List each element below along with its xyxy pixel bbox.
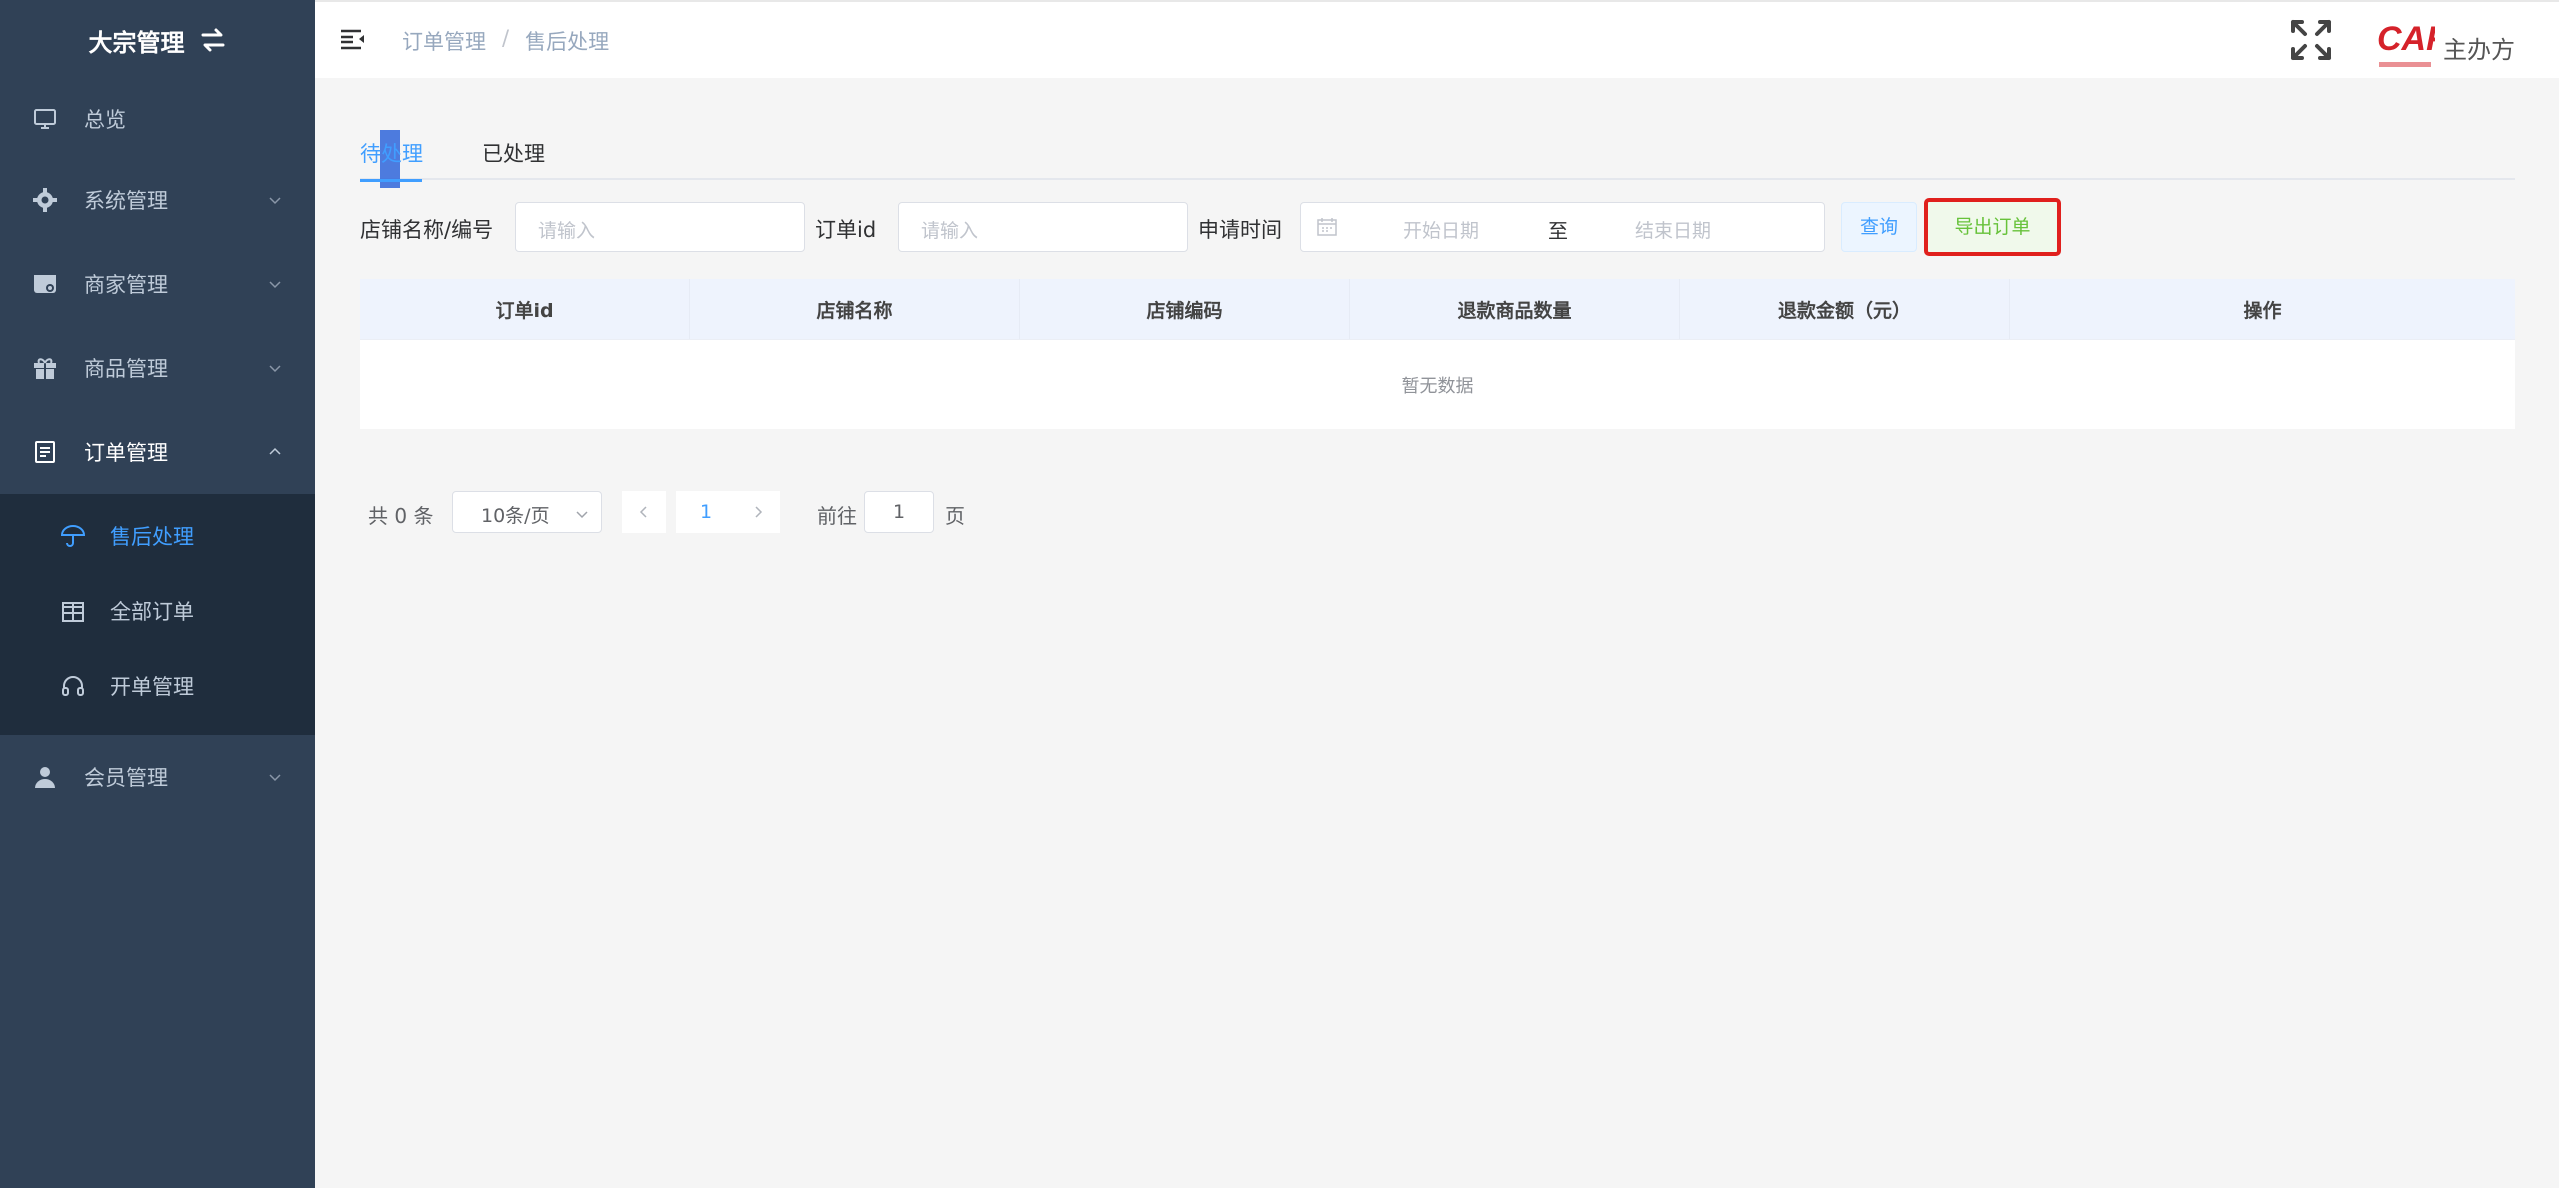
headset-icon xyxy=(60,673,86,699)
tab-label: 待处理 xyxy=(360,142,423,166)
store-input[interactable]: 请输入 xyxy=(515,202,805,252)
export-orders-button[interactable]: 导出订单 xyxy=(1924,198,2061,256)
document-icon xyxy=(32,439,58,465)
gear-icon xyxy=(32,187,58,213)
end-date-input[interactable]: 结束日期 xyxy=(1635,216,1711,243)
column-header: 订单id xyxy=(360,279,690,339)
pagination: 共 0 条 10条/页 1 前往 1 页 xyxy=(360,491,1160,533)
goto-page-input[interactable]: 1 xyxy=(864,491,934,533)
sidebar-item-label: 会员管理 xyxy=(84,766,168,790)
tab-processed[interactable]: 已处理 xyxy=(482,138,545,180)
order-id-filter-label: 订单id xyxy=(815,218,877,242)
tab-active-underline xyxy=(360,179,422,182)
goto-label: 前往 xyxy=(817,504,857,528)
tab-bar: 待处理 已处理 xyxy=(360,128,2515,188)
fullscreen-icon[interactable] xyxy=(2289,18,2333,62)
column-header: 退款商品数量 xyxy=(1350,279,1680,339)
sidebar-item-members[interactable]: 会员管理 xyxy=(0,735,315,819)
store-filter-label: 店铺名称/编号 xyxy=(360,218,494,242)
column-header: 店铺编码 xyxy=(1020,279,1350,339)
sidebar-item-overview[interactable]: 总览 xyxy=(0,80,315,158)
sidebar-item-label: 全部订单 xyxy=(110,599,194,624)
chevron-left-icon xyxy=(639,506,647,518)
chevron-right-icon xyxy=(755,506,763,518)
user-icon xyxy=(32,764,58,790)
calendar-icon xyxy=(1317,218,1337,236)
chevron-down-icon xyxy=(576,511,588,519)
sidebar-item-all-orders[interactable]: 全部订单 xyxy=(0,573,315,648)
sidebar-item-merchant[interactable]: 商家管理 xyxy=(0,242,315,326)
query-button[interactable]: 查询 xyxy=(1841,202,1917,252)
orders-table: 订单id 店铺名称 店铺编码 退款商品数量 退款金额（元） 操作 暂无数据 xyxy=(360,279,2515,429)
gift-icon xyxy=(32,355,58,381)
total-count: 共 0 条 xyxy=(368,504,434,528)
sidebar-item-label: 售后处理 xyxy=(110,524,194,549)
column-header: 店铺名称 xyxy=(690,279,1020,339)
chevron-down-icon xyxy=(269,774,281,782)
sidebar-item-label: 系统管理 xyxy=(84,189,168,213)
sidebar-item-label: 订单管理 xyxy=(84,441,168,465)
page-size-select[interactable]: 10条/页 xyxy=(452,491,602,533)
breadcrumb-item-orders[interactable]: 订单管理 xyxy=(402,26,486,56)
sidebar-item-label: 开单管理 xyxy=(110,674,194,699)
page-size-value: 10条/页 xyxy=(481,505,550,527)
monitor-icon xyxy=(32,106,58,132)
page-suffix: 页 xyxy=(945,504,965,528)
table-empty-state: 暂无数据 xyxy=(360,339,2515,429)
sidebar-item-billing[interactable]: 开单管理 xyxy=(0,648,315,723)
brand: 大宗管理 xyxy=(0,0,315,80)
next-page-button[interactable] xyxy=(736,491,780,533)
svg-text:CAF: CAF xyxy=(2377,20,2435,58)
order-id-input[interactable]: 请输入 xyxy=(898,202,1188,252)
chevron-down-icon xyxy=(269,281,281,289)
top-header: 订单管理 / 售后处理 CAF 主办方 xyxy=(315,0,2559,78)
apply-time-label: 申请时间 xyxy=(1198,218,1282,242)
page-number-current[interactable]: 1 xyxy=(676,491,736,533)
chevron-down-icon xyxy=(269,365,281,373)
prev-page-button[interactable] xyxy=(622,491,666,533)
sidebar-item-label: 总览 xyxy=(84,108,126,132)
date-range-picker[interactable]: 开始日期 至 结束日期 xyxy=(1300,202,1825,252)
table-header: 订单id 店铺名称 店铺编码 退款商品数量 退款金额（元） 操作 xyxy=(360,279,2515,339)
sidebar-item-orders[interactable]: 订单管理 xyxy=(0,410,315,494)
sidebar-item-label: 商品管理 xyxy=(84,357,168,381)
column-header: 退款金额（元） xyxy=(1680,279,2010,339)
sidebar-item-system[interactable]: 系统管理 xyxy=(0,158,315,242)
column-header: 操作 xyxy=(2243,299,2282,322)
chevron-down-icon xyxy=(269,197,281,205)
brand-title: 大宗管理 xyxy=(88,28,185,57)
umbrella-icon xyxy=(60,523,86,549)
organizer-label: 主办方 xyxy=(2443,36,2515,64)
chevron-up-icon xyxy=(269,447,281,455)
range-separator: 至 xyxy=(1548,219,1568,243)
main-content: 待处理 已处理 店铺名称/编号 请输入 订单id 请输入 申请时间 开始日期 至… xyxy=(315,78,2559,1188)
sidebar-item-label: 商家管理 xyxy=(84,273,168,297)
sidebar-item-products[interactable]: 商品管理 xyxy=(0,326,315,410)
tab-pending[interactable]: 待处理 xyxy=(360,130,423,188)
switch-icon[interactable] xyxy=(199,27,227,53)
sidebar-item-after-sales[interactable]: 售后处理 xyxy=(0,498,315,573)
order-submenu: 售后处理 全部订单 开单管理 xyxy=(0,494,315,735)
breadcrumb: 订单管理 / 售后处理 xyxy=(402,26,609,56)
breadcrumb-separator: / xyxy=(502,26,510,50)
filter-bar: 店铺名称/编号 请输入 订单id 请输入 申请时间 开始日期 至 结束日期 查询… xyxy=(360,198,2559,256)
store-icon xyxy=(32,271,58,297)
menu-fold-icon[interactable] xyxy=(339,26,367,52)
caf-logo-icon: CAF xyxy=(2377,20,2435,67)
start-date-input[interactable]: 开始日期 xyxy=(1403,216,1479,243)
tab-label: 已处理 xyxy=(482,142,545,166)
package-icon xyxy=(60,598,86,624)
sidebar: 大宗管理 总览 系统管理 商家管理 商品管理 订单管理 售后处理 全部订单 开单… xyxy=(0,0,315,1188)
breadcrumb-item-current: 售后处理 xyxy=(525,30,610,54)
